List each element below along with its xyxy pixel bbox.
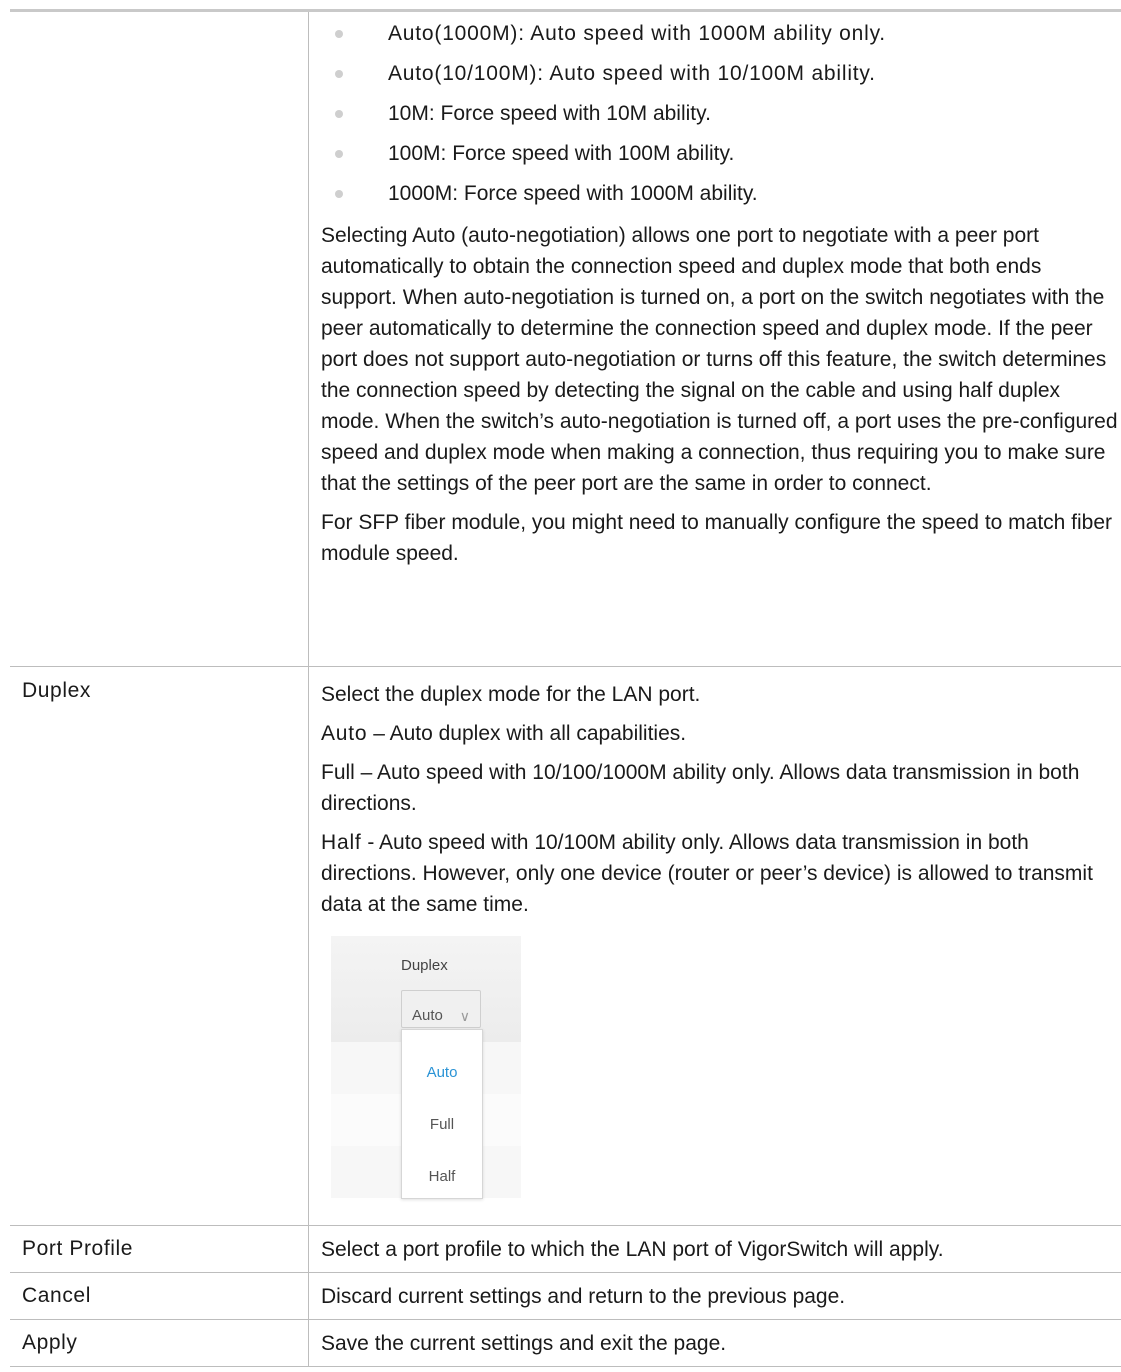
duplex-intro: Select the duplex mode for the LAN port. <box>321 683 701 706</box>
description-cell: Auto(1000M): Auto speed with 1000M abili… <box>309 12 1121 666</box>
duplex-dropdown-menu: Auto Full Half <box>401 1029 483 1199</box>
bullet-icon <box>335 150 343 158</box>
term-cell: Cancel <box>10 1273 309 1319</box>
speed-option-list: Auto(1000M): Auto speed with 1000M abili… <box>321 14 1121 214</box>
sfp-note: For SFP fiber module, you might need to … <box>321 511 1113 565</box>
bullet-icon <box>335 70 343 78</box>
term-cell: Duplex <box>10 667 309 1225</box>
duplex-option-half[interactable]: Half <box>402 1161 482 1192</box>
list-item: Auto(10/100M): Auto speed with 10/100M a… <box>321 54 1121 94</box>
duplex-select[interactable]: Auto ∨ <box>401 990 481 1028</box>
duplex-option-auto[interactable]: Auto <box>402 1057 482 1088</box>
list-item: Auto(1000M): Auto speed with 1000M abili… <box>321 14 1121 54</box>
description-cell: Select a port profile to which the LAN p… <box>309 1234 1121 1265</box>
table-row-apply: Apply Save the current settings and exit… <box>10 1320 1121 1367</box>
column-header-label: Duplex <box>401 957 448 974</box>
list-item-text: 1000M: Force speed with 1000M ability. <box>388 182 758 205</box>
duplex-half-key: Half <box>321 831 362 854</box>
term-cell <box>10 12 309 666</box>
parameter-table: Auto(1000M): Auto speed with 1000M abili… <box>10 9 1121 1367</box>
duplex-half-desc: Half - Auto speed with 10/100M ability o… <box>321 827 1121 920</box>
duplex-half-text: - Auto speed with 10/100M ability only. … <box>321 831 1093 916</box>
list-item-text: Auto(1000M): Auto speed with 1000M abili… <box>388 22 886 45</box>
speed-explanation: Selecting Auto (auto-negotiation) allows… <box>321 224 1118 495</box>
description-cell: Discard current settings and return to t… <box>309 1281 1121 1312</box>
duplex-auto-text: – Auto duplex with all capabilities. <box>367 722 687 745</box>
list-item: 1000M: Force speed with 1000M ability. <box>321 174 1121 214</box>
table-row-duplex: Duplex Select the duplex mode for the LA… <box>10 667 1121 1226</box>
description-cell: Save the current settings and exit the p… <box>309 1328 1121 1359</box>
list-item: 100M: Force speed with 100M ability. <box>321 134 1121 174</box>
bullet-icon <box>335 190 343 198</box>
description-cell: Select the duplex mode for the LAN port.… <box>309 667 1121 1225</box>
bullet-icon <box>335 110 343 118</box>
term-label: Duplex <box>22 679 91 702</box>
list-item-text: Auto(10/100M): Auto speed with 10/100M a… <box>388 62 876 85</box>
port-profile-desc: Select a port profile to which the LAN p… <box>321 1237 944 1261</box>
bullet-icon <box>335 30 343 38</box>
table-row-port-profile: Port Profile Select a port profile to wh… <box>10 1226 1121 1273</box>
list-item: 10M: Force speed with 10M ability. <box>321 94 1121 134</box>
duplex-dropdown-screenshot: Duplex Auto ∨ Auto Full Half <box>331 936 521 1199</box>
chevron-down-icon: ∨ <box>459 1008 470 1024</box>
cancel-desc: Discard current settings and return to t… <box>321 1284 846 1308</box>
term-cell: Apply <box>10 1320 309 1366</box>
term-label: Apply <box>22 1331 78 1354</box>
table-row-speed: Auto(1000M): Auto speed with 1000M abili… <box>10 12 1121 667</box>
list-item-text: 10M: Force speed with 10M ability. <box>388 102 711 125</box>
duplex-auto-key: Auto <box>321 722 368 745</box>
list-item-text: 100M: Force speed with 100M ability. <box>388 142 735 165</box>
duplex-full-desc: Full – Auto speed with 10/100/1000M abil… <box>321 761 1080 815</box>
term-cell: Port Profile <box>10 1226 309 1272</box>
apply-desc: Save the current settings and exit the p… <box>321 1331 727 1355</box>
table-row-cancel: Cancel Discard current settings and retu… <box>10 1273 1121 1320</box>
duplex-select-value: Auto <box>412 1007 443 1024</box>
term-label: Port Profile <box>22 1237 134 1260</box>
duplex-auto-desc: Auto – Auto duplex with all capabilities… <box>321 718 1121 749</box>
duplex-option-full[interactable]: Full <box>402 1109 482 1140</box>
term-label: Cancel <box>22 1284 91 1307</box>
